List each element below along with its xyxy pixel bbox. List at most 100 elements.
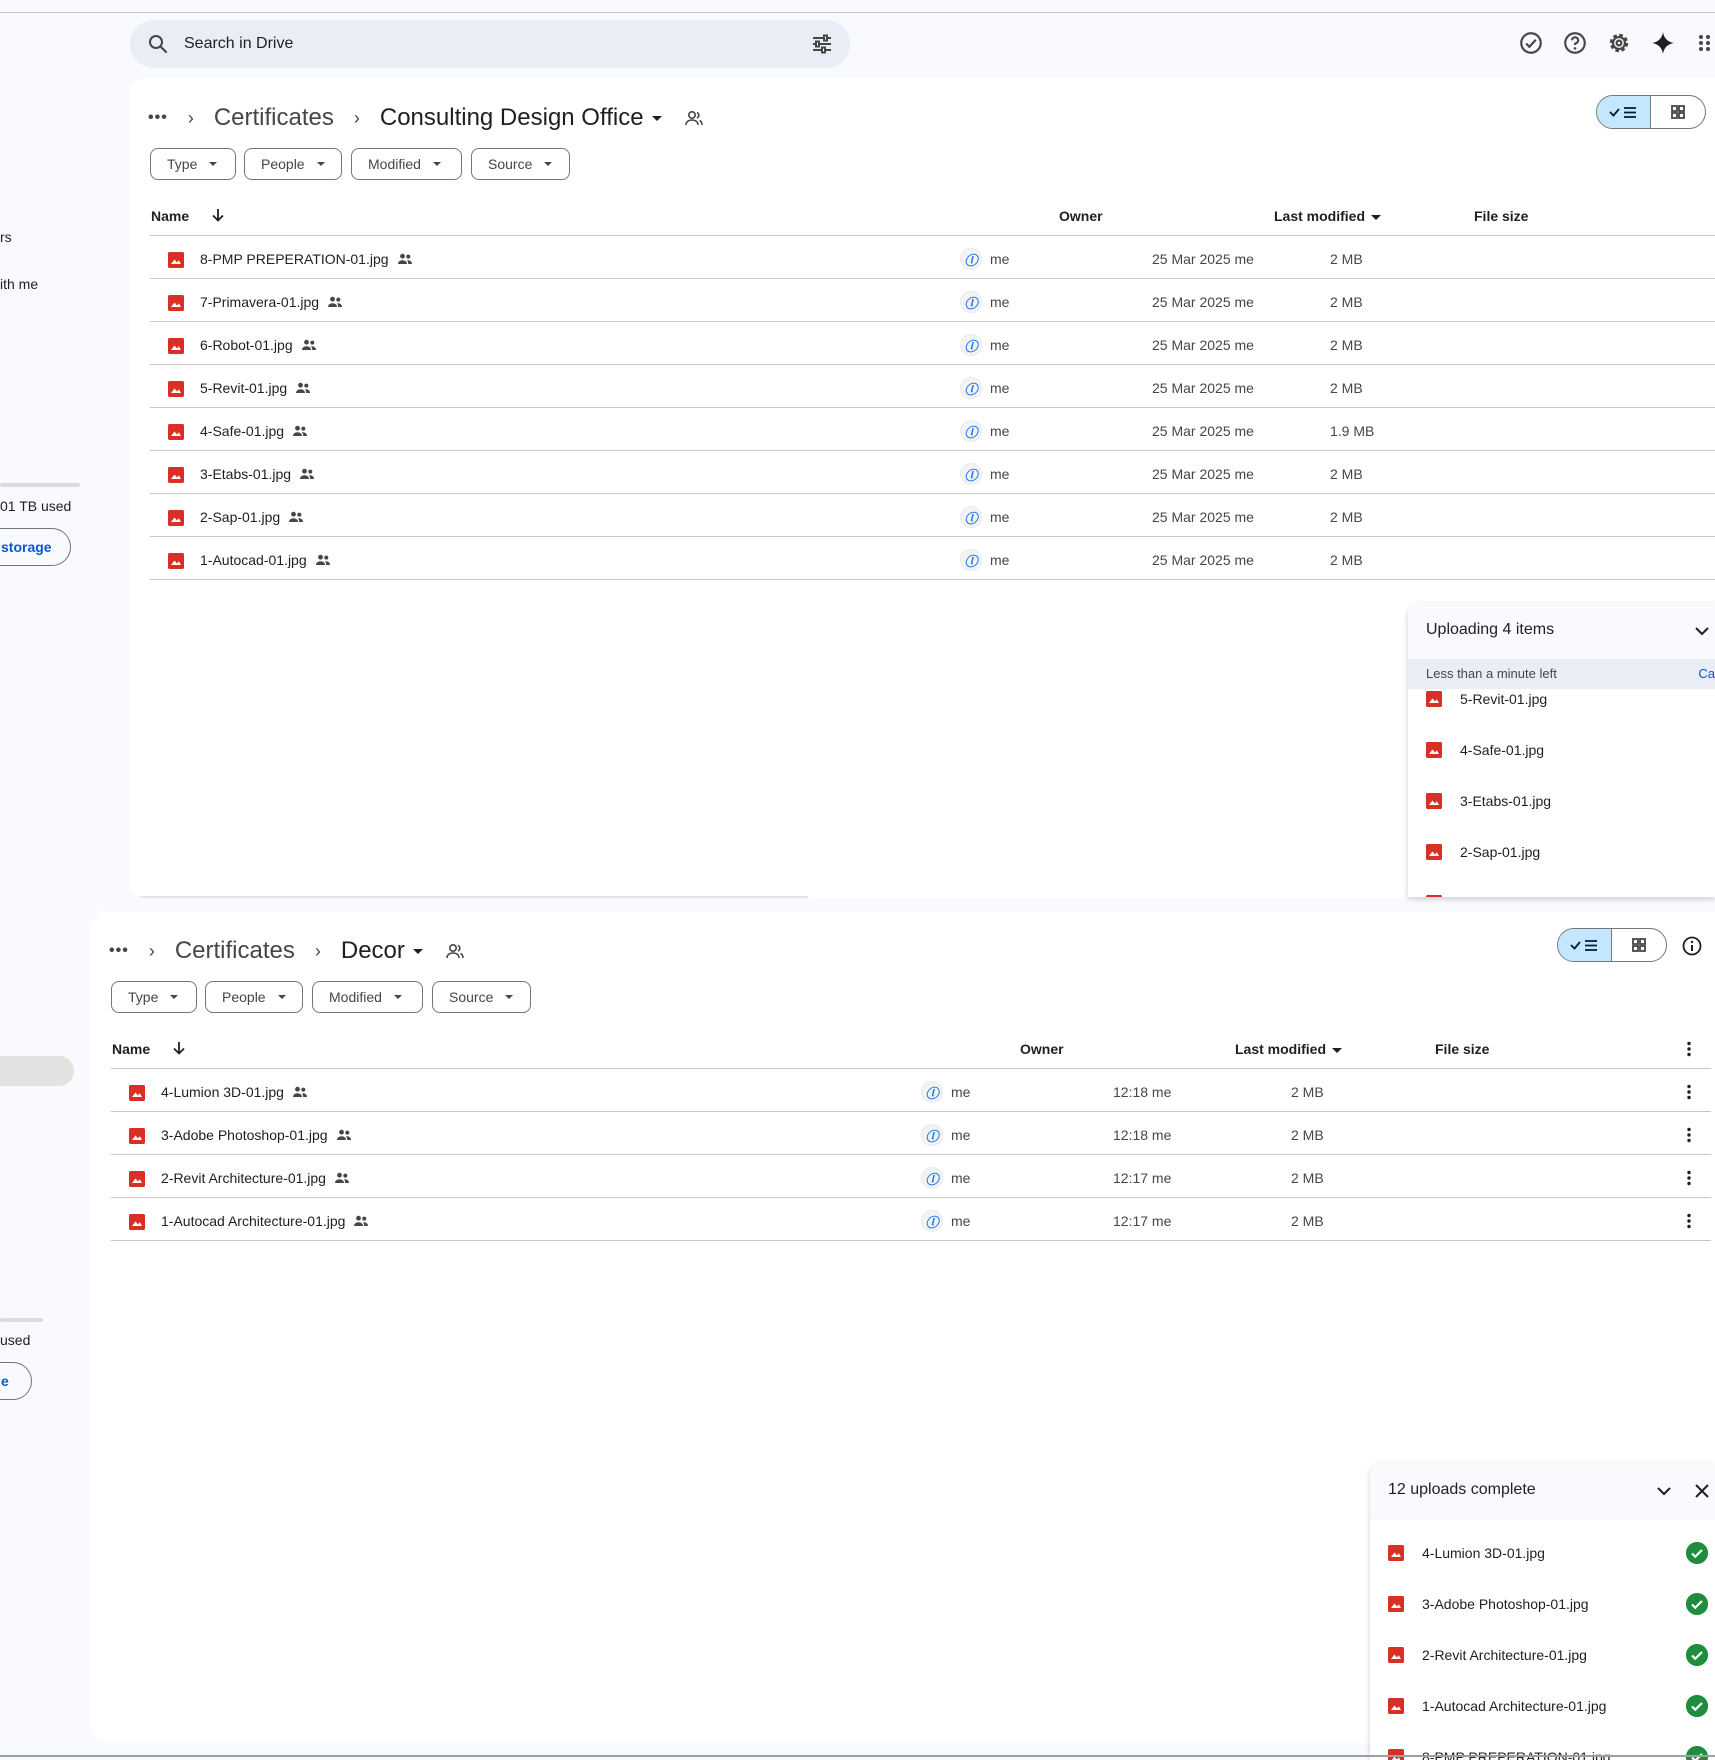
file-name[interactable]: 2-Sap-01.jpg xyxy=(200,509,304,525)
file-row[interactable]: 2-Sap-01.jpg ⓛ me 25 Mar 2025 me 2 MB xyxy=(150,494,1715,542)
upload-item[interactable]: 2-Revit Architecture-01.jpg xyxy=(1388,1643,1587,1667)
folder-dropdown-icon[interactable] xyxy=(412,948,423,954)
search-bar[interactable]: Search in Drive xyxy=(130,20,850,68)
upload-item[interactable]: 2-Sap-01.jpg xyxy=(1426,840,1540,864)
file-row[interactable]: 3-Etabs-01.jpg ⓛ me 25 Mar 2025 me 2 MB xyxy=(150,451,1715,499)
file-row[interactable]: 2-Revit Architecture-01.jpg ⓛ me 12:17 me 2 … xyxy=(111,1155,1711,1203)
folder-dropdown-icon[interactable] xyxy=(651,115,662,121)
apps-grid-icon[interactable] xyxy=(1696,30,1715,56)
filter-modified-label: Modified xyxy=(368,156,421,172)
file-row[interactable]: 6-Robot-01.jpg ⓛ me 25 Mar 2025 me 2 MB xyxy=(150,322,1715,370)
tune-icon[interactable] xyxy=(810,32,834,56)
upload-item[interactable]: 1-Autocad Architecture-01.jpg xyxy=(1388,1694,1606,1718)
image-file-icon xyxy=(1426,742,1442,758)
breadcrumb-current-folder[interactable]: Consulting Design Office xyxy=(380,104,644,132)
avatar: ⓛ xyxy=(960,377,982,399)
file-name-text: 4-Lumion 3D-01.jpg xyxy=(161,1084,284,1100)
column-header-last-modified[interactable]: Last modified xyxy=(1274,208,1382,224)
more-vert-icon[interactable] xyxy=(1679,1168,1699,1188)
list-view-button[interactable] xyxy=(1597,96,1651,128)
collapse-chevron-icon[interactable] xyxy=(1654,1481,1674,1501)
shared-folder-icon xyxy=(684,110,703,126)
sort-arrow-down-icon[interactable] xyxy=(209,206,227,224)
image-file-icon xyxy=(129,1128,145,1144)
info-icon[interactable] xyxy=(1681,935,1703,957)
upload-item[interactable]: 1-Autocad-01.jpg xyxy=(1426,891,1567,897)
upload-item[interactable]: 4-Lumion 3D-01.jpg xyxy=(1388,1541,1545,1565)
horizontal-scrollbar[interactable] xyxy=(130,896,809,898)
image-file-icon xyxy=(168,467,184,483)
filter-type-label: Type xyxy=(128,989,159,1005)
column-header-last-modified[interactable]: Last modified xyxy=(1235,1041,1343,1057)
file-name[interactable]: 1-Autocad-01.jpg xyxy=(200,552,331,568)
filter-type-chip[interactable]: Type xyxy=(111,981,197,1013)
upload-item[interactable]: 5-Revit-01.jpg xyxy=(1426,687,1547,711)
filter-type-chip[interactable]: Type xyxy=(150,148,236,180)
file-row[interactable]: 7-Primavera-01.jpg ⓛ me 25 Mar 2025 me 2 MB xyxy=(150,279,1715,327)
offline-check-icon[interactable] xyxy=(1518,30,1544,56)
get-more-storage-button[interactable]: e xyxy=(0,1362,32,1400)
settings-icon[interactable] xyxy=(1606,30,1632,56)
column-header-file-size[interactable]: File size xyxy=(1435,1041,1489,1057)
filter-modified-chip[interactable]: Modified xyxy=(351,148,462,180)
file-row[interactable]: 4-Lumion 3D-01.jpg ⓛ me 12:18 me 2 MB xyxy=(111,1069,1711,1117)
shared-people-icon xyxy=(300,468,315,479)
file-name[interactable]: 8-PMP PREPERATION-01.jpg xyxy=(200,251,413,267)
filter-source-chip[interactable]: Source xyxy=(471,148,570,180)
column-header-file-size[interactable]: File size xyxy=(1474,208,1528,224)
file-name[interactable]: 1-Autocad Architecture-01.jpg xyxy=(161,1213,369,1229)
gemini-sparkle-icon[interactable] xyxy=(1650,30,1676,56)
breadcrumb-parent[interactable]: Certificates xyxy=(214,104,334,132)
filter-people-chip[interactable]: People xyxy=(244,148,342,180)
file-name[interactable]: 4-Safe-01.jpg xyxy=(200,423,308,439)
column-header-owner[interactable]: Owner xyxy=(1059,208,1103,224)
file-name[interactable]: 6-Robot-01.jpg xyxy=(200,337,317,353)
sidebar-item-shared-with-me[interactable]: ith me xyxy=(0,276,38,292)
cancel-upload-link[interactable]: Ca xyxy=(1698,666,1715,681)
upload-item[interactable]: 4-Safe-01.jpg xyxy=(1426,738,1544,762)
file-name[interactable]: 3-Etabs-01.jpg xyxy=(200,466,315,482)
grid-view-button[interactable] xyxy=(1612,929,1666,961)
upload-item[interactable]: 8-PMP PREPERATION-01.jpg xyxy=(1388,1745,1611,1760)
upload-item[interactable]: 3-Adobe Photoshop-01.jpg xyxy=(1388,1592,1589,1616)
breadcrumb-current-folder[interactable]: Decor xyxy=(341,937,405,965)
file-row[interactable]: 5-Revit-01.jpg ⓛ me 25 Mar 2025 me 2 MB xyxy=(150,365,1715,413)
filter-modified-chip[interactable]: Modified xyxy=(312,981,423,1013)
file-row[interactable]: 4-Safe-01.jpg ⓛ me 25 Mar 2025 me 1.9 MB xyxy=(150,408,1715,456)
file-name-text: 7-Primavera-01.jpg xyxy=(200,294,320,310)
grid-view-button[interactable] xyxy=(1651,96,1705,128)
breadcrumb-parent[interactable]: Certificates xyxy=(175,937,295,965)
close-icon[interactable] xyxy=(1692,1481,1712,1501)
column-header-name[interactable]: Name xyxy=(151,208,189,224)
file-row[interactable]: 1-Autocad-01.jpg ⓛ me 25 Mar 2025 me 2 MB xyxy=(150,537,1715,585)
avatar: ⓛ xyxy=(960,420,982,442)
sidebar-item-computers[interactable]: rs xyxy=(0,229,12,245)
sort-arrow-down-icon[interactable] xyxy=(170,1039,188,1057)
help-icon[interactable] xyxy=(1562,30,1588,56)
list-view-button[interactable] xyxy=(1558,929,1612,961)
filter-people-chip[interactable]: People xyxy=(205,981,303,1013)
get-more-storage-button[interactable]: storage xyxy=(0,528,71,566)
filter-source-chip[interactable]: Source xyxy=(432,981,531,1013)
file-name[interactable]: 4-Lumion 3D-01.jpg xyxy=(161,1084,308,1100)
column-header-owner[interactable]: Owner xyxy=(1020,1041,1064,1057)
breadcrumb-more-button[interactable]: ••• xyxy=(148,109,168,127)
sidebar-selected-item[interactable] xyxy=(0,1056,74,1086)
more-vert-icon[interactable] xyxy=(1679,1039,1699,1059)
file-row[interactable]: 3-Adobe Photoshop-01.jpg ⓛ me 12:18 me 2 MB xyxy=(111,1112,1711,1160)
more-vert-icon[interactable] xyxy=(1679,1125,1699,1145)
search-input[interactable]: Search in Drive xyxy=(184,35,810,53)
search-icon[interactable] xyxy=(146,32,170,56)
more-vert-icon[interactable] xyxy=(1679,1082,1699,1102)
file-name[interactable]: 3-Adobe Photoshop-01.jpg xyxy=(161,1127,352,1143)
file-name[interactable]: 2-Revit Architecture-01.jpg xyxy=(161,1170,350,1186)
file-name[interactable]: 5-Revit-01.jpg xyxy=(200,380,311,396)
file-row[interactable]: 8-PMP PREPERATION-01.jpg ⓛ me 25 Mar 2025 m… xyxy=(150,236,1715,284)
file-row[interactable]: 1-Autocad Architecture-01.jpg ⓛ me 12:17 me… xyxy=(111,1198,1711,1246)
column-header-name[interactable]: Name xyxy=(112,1041,150,1057)
collapse-chevron-icon[interactable] xyxy=(1692,621,1712,641)
upload-item[interactable]: 3-Etabs-01.jpg xyxy=(1426,789,1551,813)
more-vert-icon[interactable] xyxy=(1679,1211,1699,1231)
file-name[interactable]: 7-Primavera-01.jpg xyxy=(200,294,343,310)
breadcrumb-more-button[interactable]: ••• xyxy=(109,942,129,960)
